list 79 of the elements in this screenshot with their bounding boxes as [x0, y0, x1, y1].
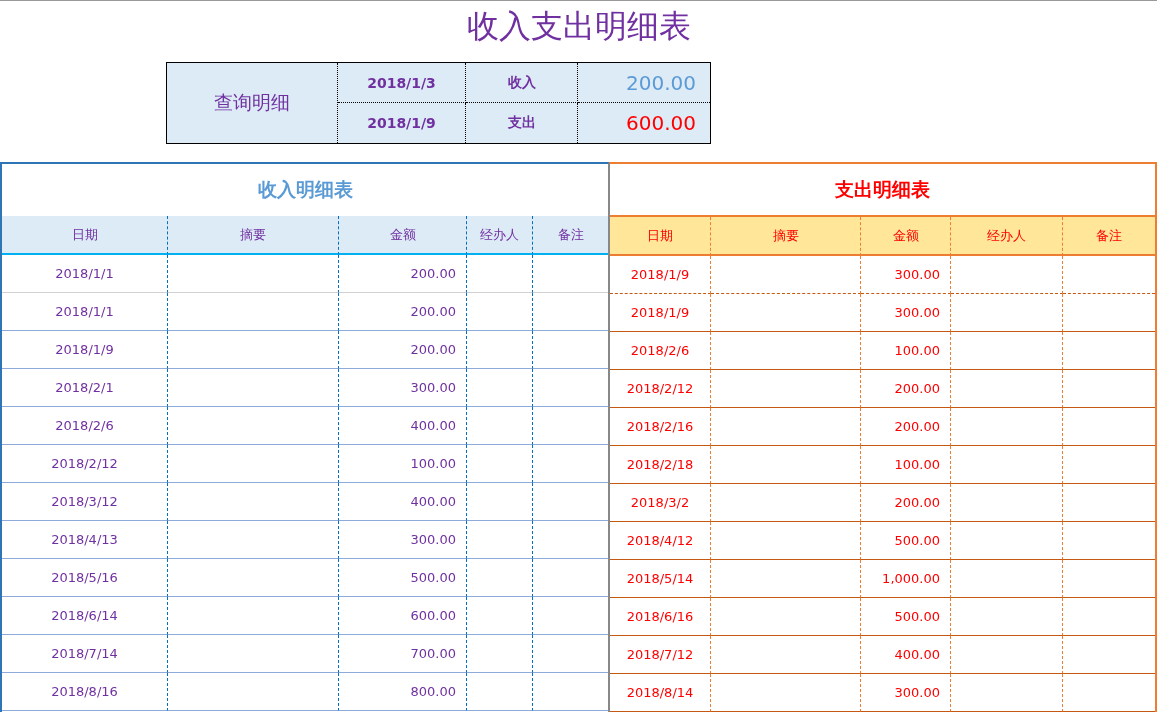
table-cell: 100.00 — [339, 445, 467, 483]
table-cell: 2018/2/1 — [2, 369, 168, 407]
table-cell: 2018/2/16 — [610, 408, 711, 446]
column-header: 金额 — [861, 217, 951, 256]
table-cell: 2018/1/9 — [610, 256, 711, 294]
empty-cell — [467, 635, 533, 673]
table-cell: 2018/2/6 — [2, 407, 168, 445]
table-cell: 100.00 — [861, 332, 951, 370]
table-cell: 200.00 — [339, 293, 467, 331]
table-cell: 2018/3/2 — [610, 484, 711, 522]
column-header: 日期 — [610, 217, 711, 256]
table-cell: 2018/2/12 — [610, 370, 711, 408]
query-date: 2018/1/3 — [338, 63, 466, 103]
empty-cell — [467, 673, 533, 711]
table-cell: 2018/2/12 — [2, 445, 168, 483]
empty-cell — [467, 521, 533, 559]
table-cell: 200.00 — [339, 255, 467, 293]
table-cell: 300.00 — [861, 256, 951, 294]
empty-cell — [467, 559, 533, 597]
table-cell: 500.00 — [861, 598, 951, 636]
table-cell: 200.00 — [861, 408, 951, 446]
table-cell: 2018/2/18 — [610, 446, 711, 484]
table-title: 收入明细表 — [256, 177, 354, 202]
column-header: 备注 — [533, 216, 608, 255]
table-cell: 100.00 — [861, 446, 951, 484]
table-cell: 500.00 — [861, 522, 951, 560]
table-cell: 200.00 — [861, 484, 951, 522]
table-cell: 2018/4/12 — [610, 522, 711, 560]
column-header: 金额 — [339, 216, 467, 255]
table-cell: 400.00 — [861, 636, 951, 674]
table-cell: 2018/5/16 — [2, 559, 168, 597]
empty-cell — [467, 331, 533, 369]
table-cell: 300.00 — [339, 521, 467, 559]
table-cell: 2018/6/16 — [610, 598, 711, 636]
table-cell: 2018/2/6 — [610, 332, 711, 370]
table-cell: 2018/8/14 — [610, 674, 711, 712]
table-cell: 2018/8/16 — [2, 673, 168, 711]
query-type: 收入 — [466, 63, 578, 103]
empty-cell — [467, 255, 533, 293]
table-cell: 200.00 — [339, 331, 467, 369]
column-header: 备注 — [1063, 217, 1155, 256]
column-header: 经办人 — [951, 217, 1063, 256]
table-cell: 300.00 — [861, 294, 951, 332]
query-amount: 200.00 — [578, 63, 710, 103]
table-cell: 2018/1/1 — [2, 293, 168, 331]
query-label: 查询明细 — [167, 63, 338, 143]
query-type: 支出 — [466, 103, 578, 143]
table-cell: 1,000.00 — [861, 560, 951, 598]
table-cell: 300.00 — [339, 369, 467, 407]
table-cell: 400.00 — [339, 483, 467, 521]
table-cell: 800.00 — [339, 673, 467, 711]
empty-cell — [467, 445, 533, 483]
column-header: 摘要 — [711, 217, 861, 256]
table-cell: 600.00 — [339, 597, 467, 635]
table-cell: 2018/7/12 — [610, 636, 711, 674]
column-header: 摘要 — [168, 216, 339, 255]
column-header: 经办人 — [467, 216, 533, 255]
table-cell: 2018/5/14 — [610, 560, 711, 598]
table-cell: 2018/3/12 — [2, 483, 168, 521]
empty-cell — [467, 407, 533, 445]
empty-cell — [467, 293, 533, 331]
table-cell: 2018/6/14 — [2, 597, 168, 635]
empty-cell — [467, 597, 533, 635]
table-cell: 2018/1/9 — [610, 294, 711, 332]
table-cell: 300.00 — [861, 674, 951, 712]
table-cell: 2018/4/13 — [2, 521, 168, 559]
sheet-title: 收入支出明细表 — [465, 6, 692, 47]
table-cell: 2018/1/9 — [2, 331, 168, 369]
table-cell: 500.00 — [339, 559, 467, 597]
table-cell: 200.00 — [861, 370, 951, 408]
query-date: 2018/1/9 — [338, 103, 466, 143]
table-cell: 2018/1/1 — [2, 255, 168, 293]
empty-cell — [467, 369, 533, 407]
table-cell: 700.00 — [339, 635, 467, 673]
query-amount: 600.00 — [625, 110, 697, 137]
empty-cell — [467, 483, 533, 521]
table-cell: 400.00 — [339, 407, 467, 445]
table-cell: 2018/7/14 — [2, 635, 168, 673]
column-header: 日期 — [2, 216, 168, 255]
